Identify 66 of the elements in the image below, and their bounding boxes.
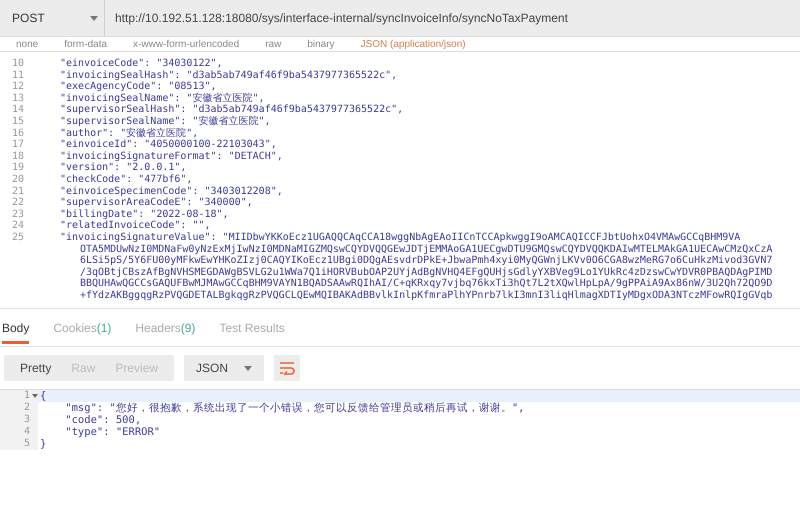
- body-type-option[interactable]: binary: [307, 38, 335, 50]
- code-line: "einvoiceId": "4050000100-22103043",: [60, 139, 277, 151]
- url-field[interactable]: http://10.192.51.128:18080/sys/interface-internal/syncInvoiceInfo/syncNoTaxPayment: [105, 0, 800, 36]
- wrap-lines-icon: [279, 361, 296, 375]
- code-line: "invoicingSignatureFormat": "DETACH",: [60, 150, 283, 162]
- code-line: /3qOBtjCBszAfBgNVHSMEGDAWgBSVLG2u1WWa7Q1iHORVBubOAP2UYjAdBgNVHQ4EFgQUHjsGdlyYXBVeg9Lo1YUkRc4zDzswCwYDVR0PBAQDAgPIMD: [80, 266, 772, 278]
- wrap-button[interactable]: [274, 355, 300, 381]
- code-line: +fYdzAKBggqgRzPVQGDETALBgkqgRzPVQGCLQEwMQIBAKAdBBvlkInlpKfmraPlhYPnrb7lkI3mnI3liqHlmagXDTIyMDgxODA3NTczMFowRQIgGVqb: [80, 290, 772, 302]
- code-line: "type": "ERROR": [64, 426, 160, 438]
- line-number: 3: [24, 414, 30, 426]
- code-line: "supervisorSealHash": "d3ab5ab749af46f9ba5437977365522c",: [60, 104, 404, 116]
- view-mode-button[interactable]: Pretty: [10, 355, 62, 381]
- code-line: "einvoiceCode": "34030122",: [60, 58, 223, 70]
- fold-caret-icon[interactable]: [32, 394, 38, 398]
- code-line: "invoicingSealHash": "d3ab5ab749af46f9ba5437977365522c",: [60, 70, 398, 81]
- code-line: }: [40, 438, 46, 450]
- line-number: 12: [12, 81, 24, 92]
- line-number: 15: [12, 116, 24, 127]
- line-number: 1: [24, 390, 30, 402]
- code-line: "relatedInvoiceCode": "",: [60, 220, 211, 232]
- line-number: 10: [12, 58, 24, 69]
- line-number: 14: [12, 104, 24, 116]
- line-number: 17: [12, 139, 24, 150]
- method-dropdown[interactable]: POST: [0, 0, 105, 36]
- code-line: "einvoiceSpecimenCode": "3403012208",: [60, 186, 283, 197]
- line-number: 13: [12, 92, 24, 104]
- response-tab[interactable]: Headers(9): [135, 321, 196, 341]
- code-line: "supervisorAreaCodeE": "340000",: [60, 197, 253, 209]
- body-type-option[interactable]: x-www-form-urlencoded: [133, 38, 240, 50]
- body-type-option[interactable]: form-data: [64, 38, 108, 50]
- format-dropdown[interactable]: JSON: [184, 355, 264, 381]
- code-line: 6LSi5pS/5Y6FU00yMFkwEwYHKoZIzj0CAQYIKoEcz1UBgi0DQgAEsvdrDPkE+JbwaPmh4xyi0MyQGWnjLKVv0O6CGA8wzMeRG7o6CuHkzMivod3GVN7: [80, 255, 772, 267]
- line-number: 18: [12, 150, 24, 162]
- code-line: "code": 500,: [64, 414, 142, 426]
- line-number: 4: [24, 426, 30, 438]
- code-line: "version": "2.0.0.1",: [60, 162, 186, 174]
- line-number: 21: [12, 186, 24, 197]
- code-line: "author": "安徽省立医院",: [60, 128, 198, 139]
- line-number: 16: [12, 128, 24, 139]
- code-line: OTA5MDUwNzI0MDNaFw0yNzExMjIwNzI0MDNaMIGZMQswCQYDVQQGEwJDTjEMMAoGA1UECgwDTU9GMQswCQYDVQQKDAIwMTELMAkGA1UECAwCMzQxCzA: [80, 244, 772, 254]
- line-number: 5: [24, 438, 30, 450]
- code-line: "billingDate": "2022-08-18",: [60, 208, 229, 220]
- response-tab[interactable]: Body: [2, 321, 30, 344]
- line-number: 2: [24, 402, 30, 414]
- code-line: "invoicingSealName": "安徽省立医院",: [60, 92, 264, 104]
- line-number: 19: [12, 162, 24, 174]
- line-number: 23: [12, 208, 24, 220]
- caret-icon: [90, 16, 98, 20]
- code-line: "supervisorSealName": "安徽省立医院",: [60, 116, 271, 128]
- line-number: 25: [12, 232, 24, 243]
- response-tab[interactable]: Test Results: [219, 321, 285, 341]
- response-tab[interactable]: Cookies(1): [53, 321, 112, 341]
- code-line: BBQUHAwQGCCsGAQUFBwMJMAwGCCqBHM9VAYN1BQADSAAwRQIhAI/C+qKRxqy7vjbq76kxTi3hQt7L2tXQwlHpLpA/9gPPAiA9Ax86nW/3U2Qh72QO9D: [80, 278, 772, 290]
- line-number: 20: [12, 174, 24, 185]
- code-line: "execAgencyCode": "08513",: [60, 81, 217, 92]
- code-line: "msg": "您好，很抱歉，系统出现了一个小错误，您可以反馈给管理员或稍后再试，谢谢。",: [64, 402, 525, 414]
- line-number: 22: [12, 197, 24, 208]
- code-line: "invoicingSignatureValue": "MIIDbwYKKoEcz1UGAQQCAqCCA18wggNbAgEAoIICnTCCApkwggI9oAMCAQICCFJbtUohxO4VMAwGCCqBHM9VA: [60, 232, 740, 244]
- line-number: 24: [12, 220, 24, 232]
- body-type-option[interactable]: raw: [265, 38, 282, 50]
- caret-icon: [244, 366, 252, 370]
- code-line: {: [40, 390, 46, 402]
- body-type-option[interactable]: none: [16, 38, 38, 50]
- content-type-dropdown[interactable]: JSON (application/json): [360, 38, 466, 50]
- line-number: 11: [12, 70, 24, 81]
- code-line: "checkCode": "477bf6",: [60, 174, 192, 186]
